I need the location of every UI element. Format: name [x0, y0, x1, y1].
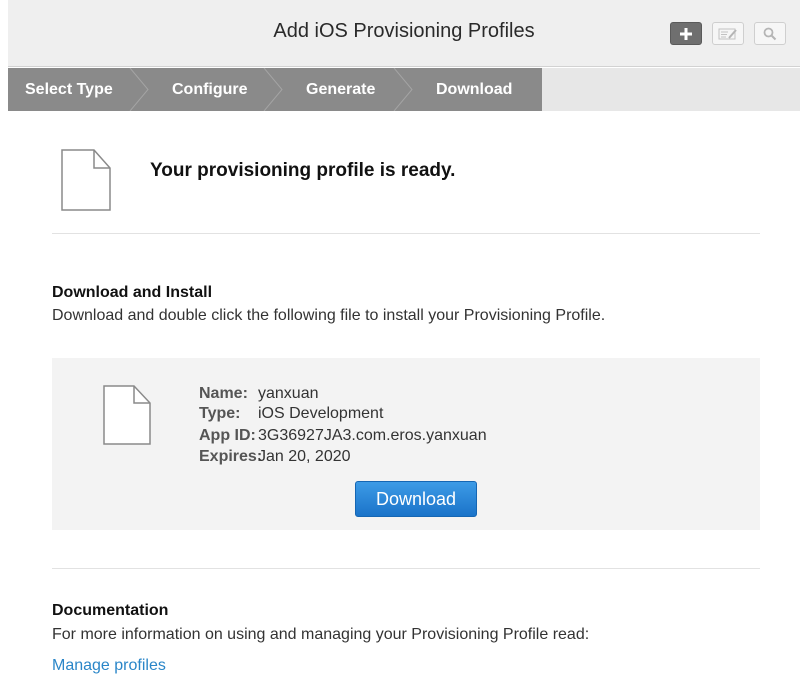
download-install-text: Download and double click the following … [52, 307, 606, 324]
step-download[interactable]: Download [436, 68, 512, 111]
page: Add iOS Provisioning Profiles Select Typ… [0, 0, 800, 697]
edit-icon [718, 28, 737, 39]
documentation-heading: Documentation [52, 602, 169, 619]
plus-icon [680, 27, 692, 40]
header: Add iOS Provisioning Profiles [8, 0, 800, 67]
type-value: iOS Development [258, 405, 384, 422]
edit-button[interactable] [712, 22, 744, 45]
download-install-heading: Download and Install [52, 284, 213, 301]
profile-card: Name: yanxuan Type: iOS Development App … [52, 358, 760, 530]
divider [52, 568, 760, 569]
search-icon [763, 27, 777, 40]
document-icon [61, 149, 111, 211]
divider [52, 233, 760, 234]
documentation-text: For more information on using and managi… [52, 626, 590, 643]
document-icon [103, 385, 151, 445]
ready-message: Your provisioning profile is ready. [150, 160, 456, 181]
name-label: Name: [199, 385, 248, 402]
step-configure[interactable]: Configure [172, 68, 248, 111]
manage-profiles-link[interactable]: Manage profiles [52, 657, 166, 675]
step-generate[interactable]: Generate [306, 68, 375, 111]
type-label: Type: [199, 405, 241, 422]
app-id-label: App ID: [199, 427, 256, 444]
step-navigation: Select Type Configure Generate Download [8, 68, 800, 111]
chevron-right-icon [393, 68, 413, 111]
download-button[interactable]: Download [355, 481, 477, 517]
expires-label: Expires: [199, 448, 263, 465]
expires-value: Jan 20, 2020 [258, 448, 351, 465]
chevron-right-icon [263, 68, 283, 111]
search-button[interactable] [754, 22, 786, 45]
step-select-type[interactable]: Select Type [25, 68, 113, 111]
app-id-value: 3G36927JA3.com.eros.yanxuan [258, 427, 487, 444]
chevron-right-icon [129, 68, 149, 111]
add-button[interactable] [670, 22, 702, 45]
name-value: yanxuan [258, 385, 319, 402]
